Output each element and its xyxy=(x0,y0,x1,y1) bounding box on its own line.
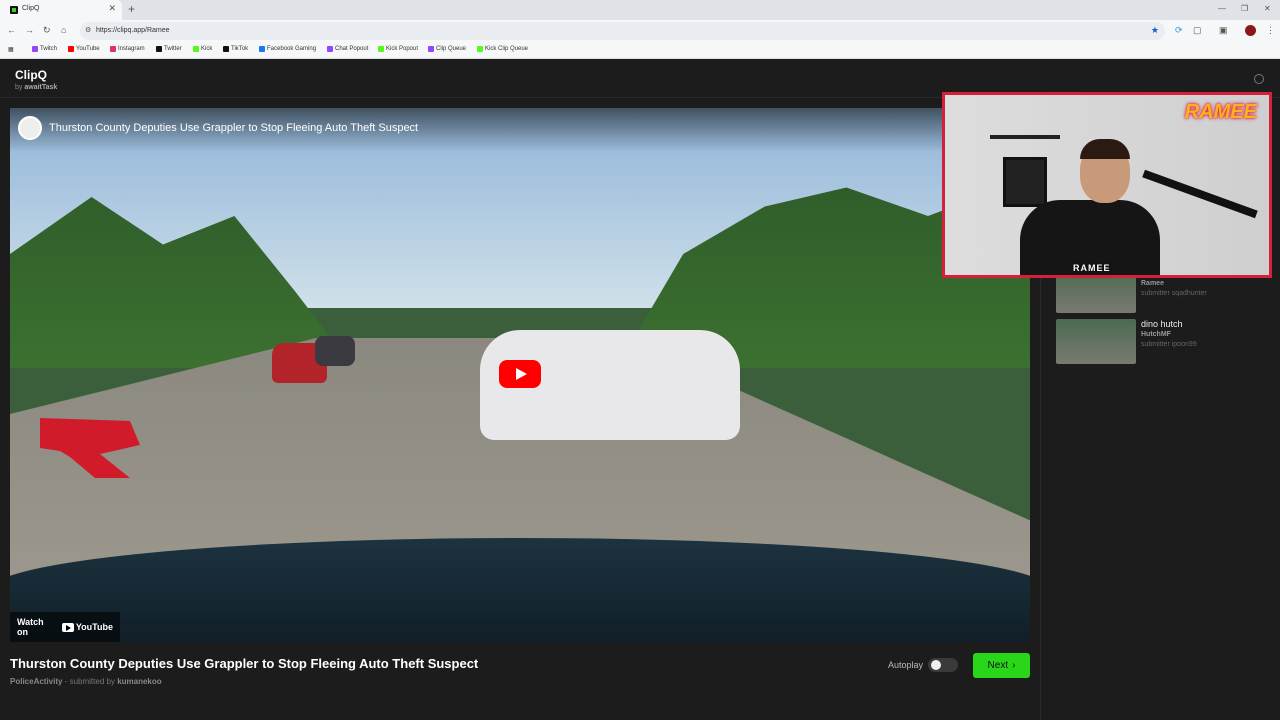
queue-item-channel: HutchMF xyxy=(1141,331,1171,338)
streamer-webcam-overlay: RAMEE RAMEE xyxy=(942,92,1272,278)
close-window-button[interactable]: ✕ xyxy=(1264,4,1271,13)
bookmark-clip-queue[interactable]: Clip Queue xyxy=(428,46,466,52)
next-button[interactable]: Next › xyxy=(973,653,1030,678)
webcam-shelf xyxy=(990,135,1060,139)
back-button[interactable]: ← xyxy=(7,25,16,35)
menu-kebab-icon[interactable]: ⋮ xyxy=(1266,25,1275,36)
minimize-button[interactable]: — xyxy=(1218,4,1226,13)
clip-title: Thurston County Deputies Use Grappler to… xyxy=(10,656,479,671)
video-frame-hood xyxy=(10,538,1030,642)
bookmark-youtube[interactable]: YouTube xyxy=(68,46,100,52)
video-player[interactable]: Thurston County Deputies Use Grappler to… xyxy=(10,108,1030,642)
bookmark-facebook-gaming[interactable]: Facebook Gaming xyxy=(259,46,316,52)
tiktok-icon xyxy=(223,46,229,52)
twitch-icon xyxy=(428,46,434,52)
forward-button[interactable]: → xyxy=(25,25,34,35)
queue-item-title: dino hutch xyxy=(1141,319,1183,329)
address-url: https://clipq.app/Ramee xyxy=(96,27,170,34)
queue-item-submitter: submitter sqadhunter xyxy=(1141,290,1207,297)
address-bar[interactable]: ⚙ https://clipq.app/Ramee ★ xyxy=(80,22,1165,40)
autoplay-toggle[interactable] xyxy=(928,658,958,672)
player-overlay-title[interactable]: Thurston County Deputies Use Grappler to… xyxy=(49,122,418,134)
browser-tab[interactable]: ClipQ ✕ xyxy=(0,0,122,20)
youtube-icon xyxy=(68,46,74,52)
new-tab-button[interactable]: + xyxy=(128,2,135,16)
apps-grid-icon[interactable]: ▦ xyxy=(8,46,14,53)
home-button[interactable]: ⌂ xyxy=(61,25,66,35)
instagram-icon xyxy=(110,46,116,52)
kick-icon xyxy=(378,46,384,52)
streamer-brand-logo: RAMEE xyxy=(1184,101,1257,123)
bookmark-instagram[interactable]: Instagram xyxy=(110,46,145,52)
bookmark-twitch[interactable]: Twitch xyxy=(32,46,57,52)
video-frame-dark-car xyxy=(315,336,355,366)
twitter-icon xyxy=(156,46,162,52)
webcam-picture-frame xyxy=(1003,157,1047,207)
restore-button[interactable]: ❐ xyxy=(1241,4,1248,13)
kick-icon xyxy=(193,46,199,52)
bookmark-kick-popout[interactable]: Kick Popout xyxy=(378,46,418,52)
streamer-brand-small: RAMEE xyxy=(1073,263,1111,273)
bookmark-kick[interactable]: Kick xyxy=(193,46,212,52)
clip-channel[interactable]: PoliceActivity xyxy=(10,677,62,686)
app-byline: by awaitTask xyxy=(15,84,58,91)
clipq-favicon-icon xyxy=(10,6,18,14)
site-info-icon[interactable]: ⚙ xyxy=(85,26,91,34)
clip-meta: PoliceActivity - submitted by kumanekoo xyxy=(10,677,162,686)
twitch-icon xyxy=(327,46,333,52)
profile-avatar[interactable] xyxy=(1245,25,1256,36)
queue-item[interactable]: dino hutch HutchMF submitter ipoon99 xyxy=(1056,319,1276,367)
bookmarks-bar: ▦ Twitch YouTube Instagram Twitter Kick … xyxy=(0,42,1280,59)
author-link[interactable]: awaitTask xyxy=(24,84,57,91)
watch-on-youtube-button[interactable]: Watch on YouTube xyxy=(10,612,120,642)
tab-title: ClipQ xyxy=(22,5,40,12)
queue-item-channel: Ramee xyxy=(1141,280,1164,287)
chevron-right-icon: › xyxy=(1012,660,1016,671)
bookmark-kick-clip-queue[interactable]: Kick Clip Queue xyxy=(477,46,528,52)
extensions-puzzle-icon[interactable]: ▢ xyxy=(1193,25,1202,36)
clip-submitter: kumanekoo xyxy=(117,677,162,686)
history-icon[interactable] xyxy=(1254,74,1264,84)
extension-icon[interactable]: ⟳ xyxy=(1175,25,1183,36)
queue-thumbnail xyxy=(1056,319,1136,364)
app-logo[interactable]: ClipQ xyxy=(15,68,47,82)
queue-item-submitter: submitter ipoon99 xyxy=(1141,341,1197,348)
tab-close-icon[interactable]: ✕ xyxy=(108,3,116,14)
autoplay-label: Autoplay xyxy=(888,660,924,670)
bookmark-chat-popout[interactable]: Chat Popout xyxy=(327,46,368,52)
bookmark-twitter[interactable]: Twitter xyxy=(156,46,182,52)
browser-nav-bar: ← → ↻ ⌂ ⚙ https://clipq.app/Ramee ★ ⟳ ▢ … xyxy=(0,20,1280,42)
twitch-icon xyxy=(32,46,38,52)
bookmark-tiktok[interactable]: TikTok xyxy=(223,46,248,52)
reload-button[interactable]: ↻ xyxy=(43,25,51,36)
facebook-icon xyxy=(259,46,265,52)
sidebar-icon[interactable]: ▣ xyxy=(1219,25,1228,36)
play-button-icon[interactable] xyxy=(499,360,541,388)
channel-avatar[interactable] xyxy=(18,116,42,140)
kick-icon xyxy=(477,46,483,52)
browser-tab-strip: ClipQ ✕ + — ❐ ✕ xyxy=(0,0,1280,20)
youtube-logo-icon: YouTube xyxy=(61,622,113,632)
bookmark-star-icon[interactable]: ★ xyxy=(1151,25,1159,36)
